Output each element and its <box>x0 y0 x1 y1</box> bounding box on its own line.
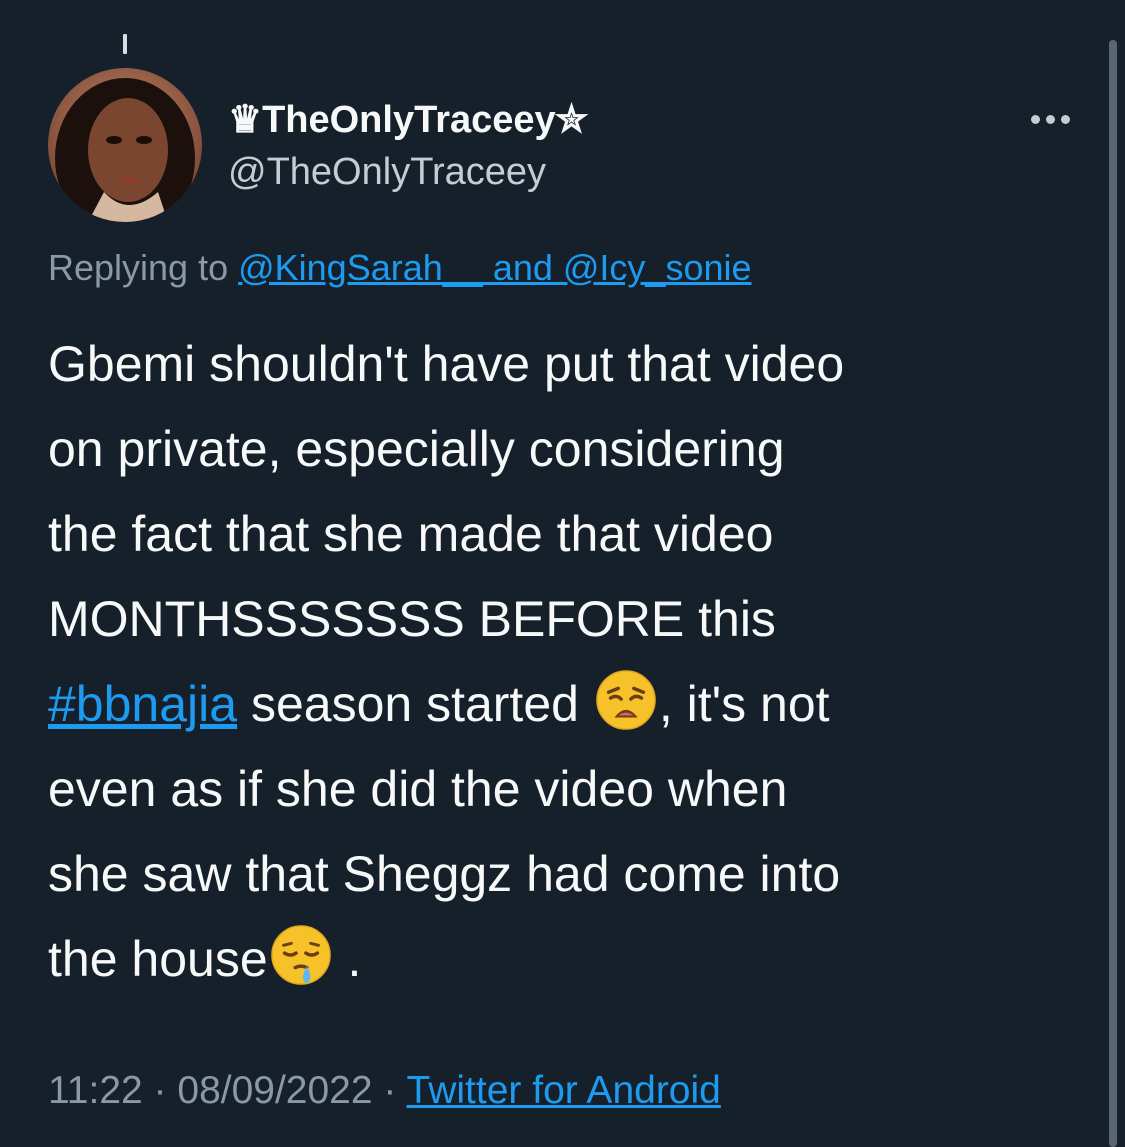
tweet-text-segment: . <box>333 931 362 987</box>
tweet-metadata: 11:22 · 08/09/2022 · Twitter for Android <box>48 1067 721 1115</box>
tweet-line: on private, especially considering <box>48 421 785 477</box>
tweet-line: MONTHSSSSSSS BEFORE this <box>48 591 776 647</box>
tweet-line: she saw that Sheggz had come into <box>48 846 841 902</box>
tweet-date: 08/09/2022 <box>177 1069 373 1112</box>
hashtag-link[interactable]: #bbnajia <box>48 676 237 732</box>
tweet-text: Gbemi shouldn't have put that video on p… <box>48 322 1088 1002</box>
meta-separator: · <box>372 1069 407 1112</box>
display-name[interactable]: ♛TheOnlyTraceey✮ <box>228 98 588 142</box>
tweet-line: the fact that she made that video <box>48 506 774 562</box>
tweet-line: the house . <box>48 917 1088 1002</box>
replying-mentions-link[interactable]: @KingSarah__ and @Icy_sonie <box>238 247 751 288</box>
tweet-source-link[interactable]: Twitter for Android <box>407 1069 721 1112</box>
tweet-text-segment: season started <box>237 676 593 732</box>
replying-to: Replying to @KingSarah__ and @Icy_sonie <box>48 245 752 291</box>
tweet-text-segment: , it's not <box>658 676 830 732</box>
more-horizontal-icon <box>1030 114 1070 124</box>
more-options-button[interactable] <box>1022 104 1078 134</box>
tweet-line: #bbnajia season started , it's not <box>48 662 1088 747</box>
sleepy-face-emoji <box>270 925 331 985</box>
replying-prefix: Replying to <box>48 247 239 288</box>
meta-separator: · <box>142 1069 178 1112</box>
thread-connector-line <box>123 34 127 54</box>
tweet-line: Gbemi shouldn't have put that video <box>48 336 845 392</box>
weary-face-emoji <box>596 670 656 730</box>
user-handle[interactable]: @TheOnlyTraceey <box>228 150 546 194</box>
tweet-time: 11:22 <box>48 1069 143 1112</box>
tweet-line: even as if she did the video when <box>48 761 788 817</box>
scrollbar[interactable] <box>1109 40 1117 1147</box>
avatar[interactable] <box>48 68 202 222</box>
tweet-text-segment: the house <box>48 931 268 987</box>
